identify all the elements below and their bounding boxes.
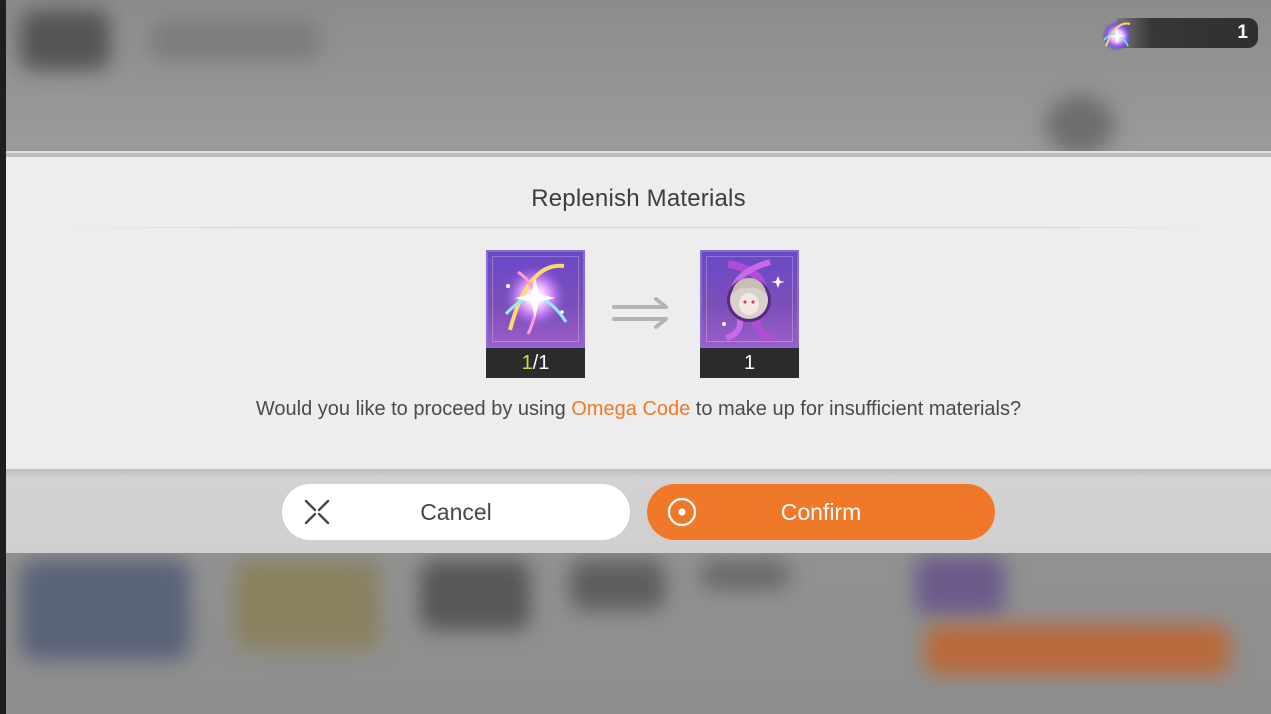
bg-blur-shape: [20, 560, 190, 660]
question-text-end: to make up for insufficient materials?: [690, 398, 1022, 420]
title-divider: [72, 227, 1207, 228]
confirm-circle-icon: [667, 497, 697, 527]
dialog-footer: Cancel Confirm: [6, 469, 1271, 553]
result-item-frame: [700, 250, 799, 348]
confirm-label: Confirm: [780, 498, 862, 525]
cost-item-count: 1 / 1: [486, 348, 585, 378]
question-text-start: Would you like to proceed by using: [255, 398, 572, 420]
character-fragment-icon: [722, 259, 785, 342]
bg-blur-shape: [700, 560, 790, 590]
confirm-button[interactable]: Confirm: [647, 484, 995, 540]
double-arrow-right-icon: [612, 297, 668, 329]
currency-counter: 1: [1098, 16, 1258, 51]
cost-item-frame: [486, 250, 585, 348]
required-count: 1: [538, 351, 550, 374]
bg-blur-shape: [20, 10, 110, 70]
bg-blur-shape: [150, 20, 320, 60]
owned-count: 1: [521, 351, 533, 374]
cancel-label: Cancel: [420, 498, 492, 525]
omega-code-icon: [1102, 21, 1132, 51]
cost-item[interactable]: 1 / 1: [486, 250, 585, 378]
dialog-top-border: [6, 151, 1271, 157]
cancel-button[interactable]: Cancel: [282, 484, 630, 540]
result-item[interactable]: 1: [700, 250, 799, 378]
bg-blur-shape: [570, 560, 665, 610]
question-highlight: Omega Code: [571, 398, 691, 420]
currency-count: 1: [1237, 22, 1248, 43]
bg-blur-shape: [925, 625, 1230, 675]
bg-blur-shape: [1045, 95, 1115, 155]
bg-blur-shape: [420, 560, 530, 630]
replenish-dialog: Replenish Materials 1 / 1 1 Would you li…: [6, 151, 1271, 553]
confirm-question: Would you like to proceed by using Omega…: [6, 398, 1271, 421]
bg-blur-shape: [915, 555, 1005, 615]
result-item-count: 1: [700, 348, 799, 378]
bg-blur-shape: [235, 560, 380, 650]
omega-code-icon: [501, 263, 569, 335]
dialog-title: Replenish Materials: [531, 185, 746, 212]
close-icon: [304, 499, 330, 525]
